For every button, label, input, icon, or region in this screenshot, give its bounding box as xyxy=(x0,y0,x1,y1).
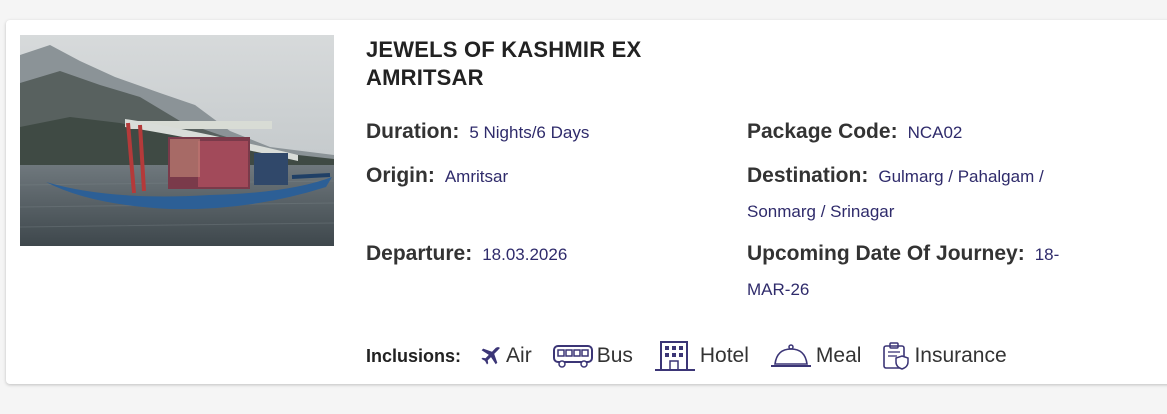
shikara-lake-photo xyxy=(20,35,334,246)
meal-icon xyxy=(770,344,811,367)
inclusions-label: Inclusions: xyxy=(366,345,462,366)
inclusion-air: Air xyxy=(479,344,532,368)
upcoming-journey-field: Upcoming Date Of Journey: 18-MAR-26 xyxy=(747,237,1092,308)
insurance-icon xyxy=(883,342,910,370)
inclusion-hotel-label: Hotel xyxy=(699,344,749,367)
departure-value: 18.03.2026 xyxy=(482,245,568,264)
origin-label: Origin: xyxy=(366,164,435,187)
package-code-label: Package Code: xyxy=(747,120,898,143)
package-title[interactable]: JEWELS OF KASHMIR EX AMRITSAR xyxy=(366,36,706,92)
departure-field: Departure: 18.03.2026 xyxy=(366,237,567,273)
duration-value: 5 Nights/6 Days xyxy=(469,123,590,142)
inclusions-row: Inclusions: Air Bus Hotel Meal Insurance xyxy=(366,336,1027,376)
inclusion-bus: Bus xyxy=(552,343,633,369)
package-image[interactable] xyxy=(20,35,334,246)
bus-icon xyxy=(552,345,593,368)
hotel-icon xyxy=(654,341,695,371)
departure-label: Departure: xyxy=(366,242,473,265)
inclusion-air-label: Air xyxy=(506,344,532,367)
inclusion-bus-label: Bus xyxy=(596,344,633,367)
inclusion-hotel: Hotel xyxy=(653,340,749,372)
package-code-value: NCA02 xyxy=(907,123,963,142)
inclusion-insurance-label: Insurance xyxy=(914,344,1007,367)
origin-field: Origin: Amritsar xyxy=(366,159,508,195)
inclusion-insurance: Insurance xyxy=(881,341,1007,371)
destination-label: Destination: xyxy=(747,164,869,187)
upcoming-journey-label: Upcoming Date Of Journey: xyxy=(747,242,1025,265)
plane-icon xyxy=(481,347,501,365)
duration-label: Duration: xyxy=(366,120,460,143)
destination-field: Destination: Gulmarg / Pahalgam / Sonmarg… xyxy=(747,159,1092,230)
package-card: JEWELS OF KASHMIR EX AMRITSAR Duration: 5… xyxy=(6,20,1167,384)
inclusion-meal-label: Meal xyxy=(815,344,862,367)
duration-field: Duration: 5 Nights/6 Days xyxy=(366,115,589,151)
origin-value: Amritsar xyxy=(444,167,509,186)
inclusion-meal: Meal xyxy=(769,341,862,371)
package-code-field: Package Code: NCA02 xyxy=(747,115,962,151)
